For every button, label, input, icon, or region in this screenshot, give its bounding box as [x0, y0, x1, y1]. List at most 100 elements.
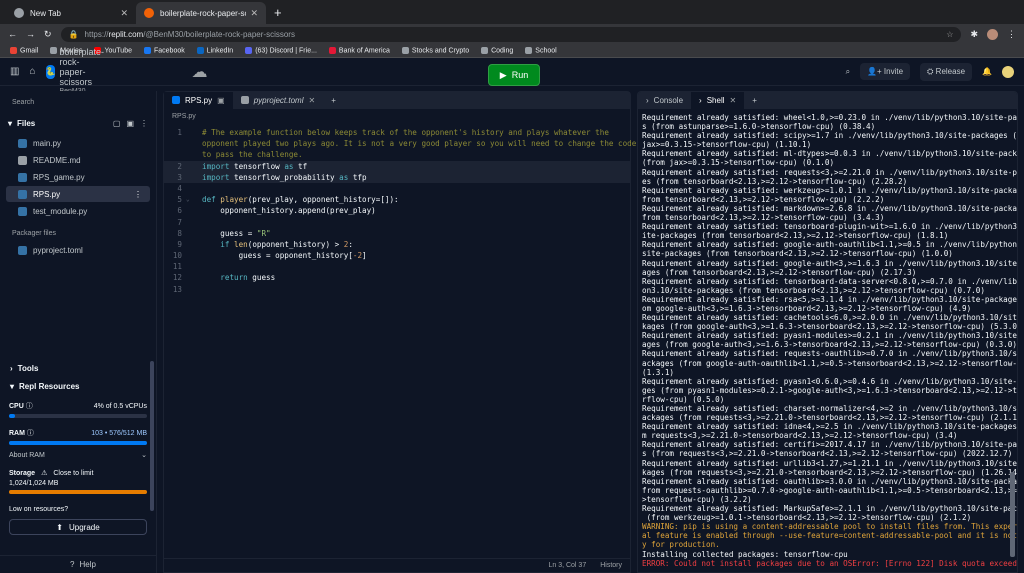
forward-icon[interactable]: →: [26, 29, 35, 39]
new-tab-button[interactable]: +: [266, 2, 290, 24]
shell-line: ges (from pyasn1-modules>=0.2.1->google-…: [642, 385, 1018, 395]
back-icon[interactable]: ←: [8, 29, 17, 39]
fold-icon: [186, 127, 194, 138]
sidebar-scrollbar[interactable]: [150, 361, 154, 511]
shell-scrollbar[interactable]: [1010, 472, 1015, 557]
files-toggle-icon[interactable]: ▾: [8, 119, 12, 128]
reload-icon[interactable]: ↻: [44, 29, 52, 40]
file-item[interactable]: test_module.py: [6, 203, 150, 219]
shell-line: Requirement already satisfied: oauthlib>…: [642, 476, 1018, 486]
shell-output[interactable]: Requirement already satisfied: wheel<1.0…: [638, 109, 1017, 568]
user-avatar[interactable]: [1002, 65, 1014, 78]
star-icon[interactable]: ☆: [946, 30, 953, 39]
file-name: main.py: [33, 138, 62, 148]
tools-section[interactable]: › Tools: [0, 359, 156, 377]
code-text: # The example function below keeps track…: [194, 127, 609, 138]
search-icon[interactable]: ⌕: [846, 67, 850, 77]
code-area[interactable]: 1 # The example function below keeps trac…: [164, 127, 636, 295]
run-button[interactable]: ▶ Run: [488, 64, 540, 86]
search-input[interactable]: Search: [6, 94, 150, 110]
extensions-icon[interactable]: ✱: [970, 29, 978, 40]
about-ram[interactable]: About RAM ⌄: [9, 451, 147, 460]
shell-line: Requirement already satisfied: tensorboa…: [642, 276, 1018, 286]
add-tab-button[interactable]: +: [323, 92, 344, 109]
close-icon[interactable]: ▣: [217, 96, 225, 105]
code-text: opponent_history.append(prev_play): [194, 205, 375, 216]
repl-info[interactable]: 🐍 boilerplate-rock-paper-scissorsBenM30: [45, 47, 104, 95]
file-name: pyproject.toml: [33, 245, 83, 255]
shell-line: Installing collected packages: tensorflo…: [642, 549, 848, 559]
add-tab-button[interactable]: +: [744, 92, 765, 109]
code-text: def player(prev_play, opponent_history=[…: [194, 194, 399, 205]
close-icon[interactable]: ✕: [308, 96, 315, 105]
shell-line: ite-packages (from tensorboard<2.13,>=2.…: [642, 231, 949, 241]
info-icon[interactable]: ⓘ: [26, 403, 33, 410]
shell-line: ERROR: Could not install packages due to…: [642, 558, 1018, 568]
shell-line: ages (from tensorboard<2.13,>=2.12->tens…: [642, 267, 917, 277]
file-item[interactable]: README.md: [6, 152, 150, 168]
release-button[interactable]: ⛭ Release: [920, 62, 973, 81]
close-icon[interactable]: ✕: [250, 8, 258, 19]
file-item[interactable]: RPS_game.py: [6, 169, 150, 185]
terminal-tab[interactable]: › Shell ✕: [691, 92, 745, 109]
menu-icon[interactable]: ⋮: [1007, 29, 1016, 40]
console-icon: ›: [646, 95, 649, 105]
upgrade-button[interactable]: ⬆ Upgrade: [9, 519, 147, 535]
shell-pane[interactable]: › Console › Shell ✕ + Requirement already sat…: [637, 91, 1018, 573]
url-path: /@BenM30/boilerplate-rock-paper-scissors: [143, 29, 295, 39]
shell-line: Requirement already satisfied: idna<4,>=…: [642, 422, 1018, 432]
profile-avatar[interactable]: [987, 28, 998, 40]
shell-line: y for production.: [642, 540, 720, 550]
close-icon[interactable]: ✕: [120, 8, 128, 19]
new-file-icon[interactable]: ▢: [113, 119, 121, 128]
bookmark-item[interactable]: School: [525, 46, 557, 54]
browser-tab[interactable]: New Tab ✕: [6, 2, 136, 24]
shell-line: jax>=0.3.15->tensorflow-cpu) (1.10.1): [642, 140, 812, 150]
bookmark-item[interactable]: Stocks and Crypto: [401, 46, 470, 55]
tools-label: Tools: [17, 363, 39, 373]
line-number: [164, 138, 186, 149]
browser-tab[interactable]: boilerplate-rock-paper-scisso ✕: [136, 2, 266, 24]
file-item[interactable]: pyproject.toml: [6, 242, 150, 258]
bookmark-item[interactable]: LinkedIn: [196, 46, 233, 54]
info-icon[interactable]: ⓘ: [27, 430, 34, 437]
bookmark-item[interactable]: Bank of America: [328, 46, 390, 54]
bookmark-item[interactable]: Gmail: [10, 46, 38, 54]
bookmark-item[interactable]: (63) Discord | Frie...: [245, 46, 317, 54]
help-button[interactable]: ? Help: [0, 555, 156, 573]
invite-button[interactable]: 👤+ Invite: [860, 63, 911, 80]
sidebar-toggle-icon[interactable]: ▥: [10, 66, 19, 77]
shell-line: Requirement already satisfied: werkzeug>…: [642, 185, 1018, 195]
new-folder-icon[interactable]: ▣: [126, 119, 134, 128]
shell-line: Requirement already satisfied: MarkupSaf…: [642, 504, 1018, 514]
release-label: Release: [935, 66, 966, 76]
shell-line: (1.3.1): [642, 367, 675, 377]
storage-warning: Close to limit: [53, 469, 94, 477]
editor-tab[interactable]: pyproject.toml ✕: [233, 92, 324, 109]
editor-tab[interactable]: RPS.py ▣: [164, 91, 233, 109]
close-icon[interactable]: ✕: [730, 96, 737, 105]
ram-value: 103 • 576/512 MB: [91, 429, 147, 437]
editor-status-bar: Ln 3, Col 37 History: [164, 558, 630, 572]
code-token: opponent played two plays ago. It is not…: [202, 139, 637, 149]
bookmark-label: Stocks and Crypto: [411, 47, 470, 55]
chevron-down-icon: ⌄: [141, 452, 147, 459]
more-icon[interactable]: ⋮: [140, 119, 148, 128]
more-icon[interactable]: ⋮: [134, 190, 142, 199]
code-line: 5 ⌄ def player(prev_play, opponent_history…: [164, 194, 630, 205]
resources-section[interactable]: ▾ Repl Resources: [0, 377, 156, 395]
url-host: replit.com: [108, 29, 144, 39]
terminal-tab[interactable]: › Console: [638, 92, 691, 109]
bookmark-item[interactable]: Coding: [481, 46, 513, 54]
line-number: 13: [172, 284, 182, 294]
file-item[interactable]: RPS.py ⋮: [6, 186, 150, 202]
home-icon[interactable]: ⌂: [29, 66, 35, 77]
file-item[interactable]: main.py: [6, 135, 150, 151]
bookmark-item[interactable]: Facebook: [143, 46, 185, 54]
code-editor[interactable]: RPS.py ▣ pyproject.toml ✕ + RPS.py 1 # The ex…: [163, 91, 636, 573]
notifications-icon[interactable]: 🔔: [982, 67, 992, 76]
code-text: import tensorflow as tf: [194, 161, 307, 172]
address-bar[interactable]: 🔒 https://replit.com/@BenM30/boilerplate…: [60, 26, 962, 42]
shell-line: from tensorboard<2.13,>=2.12->tensorflow…: [642, 194, 885, 204]
history-button[interactable]: History: [600, 562, 622, 569]
